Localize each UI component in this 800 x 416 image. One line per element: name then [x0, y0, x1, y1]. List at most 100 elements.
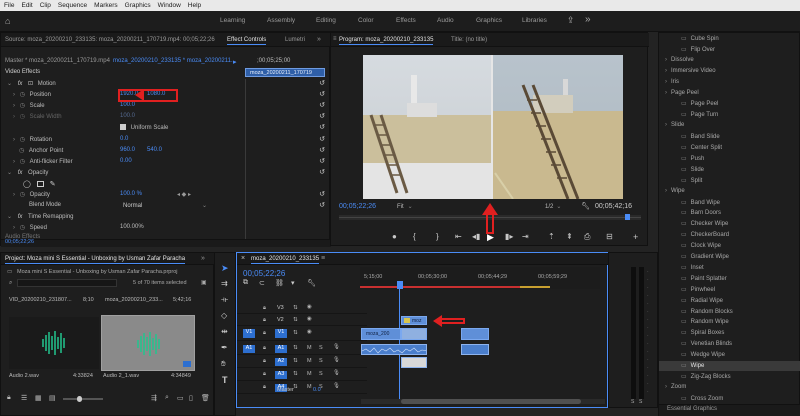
effect-item[interactable]: ▭ Barn Doors	[681, 209, 721, 216]
effect-item[interactable]: ▭ Checker Wipe	[681, 220, 728, 227]
type-tool-icon[interactable]: T	[222, 375, 228, 385]
rotation-value[interactable]: 0.0	[120, 136, 128, 146]
track-header-a2[interactable]: 🔒︎ A2 ⇅ M S 🎙︎	[237, 356, 367, 368]
uniform-scale-checkbox[interactable]: Uniform Scale	[120, 124, 168, 134]
playhead-handle[interactable]	[397, 281, 403, 289]
reset-icon[interactable]: ↺	[319, 146, 325, 154]
opacity-value[interactable]: 100.0 %	[120, 191, 142, 201]
reset-icon[interactable]: ↺	[319, 168, 325, 176]
effect-item[interactable]: ▭ Venetian Blinds	[681, 340, 732, 347]
menu-item-graphics[interactable]: Graphics	[125, 2, 151, 9]
workspace-tab-learning[interactable]: Learning	[220, 17, 245, 24]
track-header-a1[interactable]: A1 🔒︎ A1 ⇅ M S 🎙︎	[237, 343, 367, 355]
effect-item[interactable]: ▭ Wedge Wipe	[681, 351, 725, 358]
search-icon[interactable]: ⌕	[9, 280, 12, 287]
effect-item[interactable]: ▭ Radial Wipe	[681, 297, 723, 304]
play-button[interactable]: ▶	[487, 232, 494, 243]
timeline-audio-clip-a1[interactable]	[361, 344, 427, 355]
razor-tool-icon[interactable]: ◇	[221, 311, 227, 320]
effect-item[interactable]: ▭ Random Blocks	[681, 308, 733, 315]
menu-item-window[interactable]: Window	[158, 2, 181, 9]
ellipse-mask-icon[interactable]: ◯	[23, 181, 31, 188]
master-track-value[interactable]: 0.0	[313, 387, 321, 393]
ripple-edit-icon[interactable]: ⟛	[221, 295, 228, 305]
keyframe-nav[interactable]: ◂ ◆ ▸	[177, 191, 191, 201]
effect-folder[interactable]: › Wipe	[665, 188, 685, 194]
tab-lumetri[interactable]: Lumetri	[285, 37, 305, 43]
icon-view-icon[interactable]: ▦	[35, 394, 42, 402]
home-icon[interactable]: ⌂	[5, 16, 10, 26]
tab-effect-controls[interactable]: Effect Controls	[227, 37, 267, 45]
motion-row[interactable]: ⌄ fx ⊡ Motion	[7, 80, 56, 90]
timeline-audio-clip-a2[interactable]	[401, 357, 427, 368]
timeline-ruler[interactable]: 5;15;00 00;05;30;00 00;05;44;29 00;05;59…	[360, 267, 600, 289]
resolution-select[interactable]: 1/2 ⌄	[545, 203, 561, 210]
extract-icon[interactable]: ⇞	[566, 232, 573, 241]
timeline-horizontal-scrollbar[interactable]	[361, 399, 605, 404]
track-header-a4[interactable]: 🔒︎ A4 ⇅ M S 🎙︎	[237, 382, 367, 394]
effect-item[interactable]: ▭ Band Wipe	[681, 199, 720, 206]
effect-item[interactable]: ▭ Push	[681, 155, 704, 162]
selection-tool-icon[interactable]: ➤	[221, 263, 229, 274]
go-to-out-icon[interactable]: ⇥	[522, 232, 529, 241]
pen-tool-icon[interactable]: ✒	[221, 343, 228, 352]
workspace-tab-audio[interactable]: Audio	[437, 17, 454, 24]
effect-item[interactable]: ▭ Gradient Wipe	[681, 253, 729, 260]
track-header-a3[interactable]: 🔒︎ A3 ⇅ M S 🎙︎	[237, 369, 367, 381]
timeline-audio-clip-a1-b[interactable]	[461, 344, 489, 355]
pen-mask-icon[interactable]: ✎	[50, 181, 56, 188]
program-video-frame[interactable]	[363, 55, 623, 199]
reset-icon[interactable]: ↺	[319, 101, 325, 109]
blend-mode-select[interactable]: Normal ⌄	[123, 202, 207, 212]
timeline-clip-v2[interactable]: moz	[401, 316, 427, 325]
effect-item[interactable]: ▭ Flip Over	[681, 46, 715, 53]
lift-icon[interactable]: ⇡	[548, 232, 555, 241]
anchor-x-value[interactable]: 960.0	[120, 147, 135, 157]
workspace-tab-graphics[interactable]: Graphics	[476, 17, 502, 24]
export-frame-icon[interactable]: ⎙	[584, 232, 590, 242]
menu-icon[interactable]: ≡	[333, 36, 337, 42]
search-icon[interactable]: ⌕	[165, 394, 169, 402]
effect-folder[interactable]: › Zoom	[665, 384, 686, 390]
program-timecode[interactable]: 00;05;22;26	[339, 203, 376, 210]
add-marker-icon[interactable]: ▾	[291, 279, 295, 287]
tab-essential-graphics[interactable]: Essential Graphics	[667, 406, 717, 412]
project-item-thumbnail-selected[interactable]	[101, 315, 195, 371]
time-remapping-row[interactable]: ⌄ fx Time Remapping	[7, 213, 74, 223]
playhead-handle[interactable]	[625, 214, 630, 220]
new-item-icon[interactable]: ▯	[189, 394, 193, 402]
trash-icon[interactable]: 🗑︎	[201, 394, 210, 402]
reset-icon[interactable]: ↺	[319, 201, 325, 209]
tab-source[interactable]: Source: moza_20200210_233135: moza_20200…	[5, 37, 215, 43]
rectangle-mask-icon[interactable]	[36, 181, 44, 188]
workspace-tab-effects[interactable]: Effects	[396, 17, 416, 24]
reset-icon[interactable]: ↺	[319, 157, 325, 165]
effect-item[interactable]: ▭ Paint Splatter	[681, 275, 727, 282]
track-header-v2[interactable]: 🔒︎ V2 ⇅ ◉	[237, 315, 367, 326]
solo-icon[interactable]: S	[631, 399, 634, 405]
list-view-icon[interactable]: ☰	[21, 394, 27, 402]
effect-folder[interactable]: › Slide	[665, 122, 684, 128]
timeline-timecode[interactable]: 00;05;22;26	[243, 269, 285, 278]
effect-folder[interactable]: › Iris	[665, 79, 679, 85]
wrench-icon[interactable]: 🔧︎	[307, 279, 316, 287]
menu-item-file[interactable]: File	[4, 2, 14, 9]
mark-in-icon[interactable]: {	[413, 232, 416, 241]
effect-folder[interactable]: › Dissolve	[665, 57, 694, 63]
master-clip-label[interactable]: Master * moza_20200211_170719.mp4	[5, 58, 110, 68]
close-icon[interactable]: ×	[241, 255, 245, 262]
effect-item[interactable]: ▭ Page Peel	[681, 100, 718, 107]
antiflicker-value[interactable]: 0.00	[120, 158, 132, 168]
add-marker-icon[interactable]: ●	[392, 232, 397, 241]
mark-out-icon[interactable]: }	[436, 232, 439, 241]
tab-project[interactable]: Project: Moza mini S Essential - Unboxin…	[5, 256, 186, 264]
freeform-view-icon[interactable]: ▤	[49, 394, 56, 402]
panel-overflow-icon[interactable]: »	[317, 36, 321, 43]
nest-icon[interactable]: ⧉	[243, 279, 248, 287]
track-select-icon[interactable]: ⇉	[221, 279, 228, 288]
effect-item[interactable]: ▭ Split	[681, 177, 702, 184]
panel-overflow-icon[interactable]: »	[201, 255, 205, 262]
effect-item[interactable]: ▭ Inset	[681, 264, 704, 271]
wrench-icon[interactable]: 🔧︎	[581, 202, 590, 210]
timeline-clip-v1[interactable]: moza_200	[361, 328, 401, 340]
